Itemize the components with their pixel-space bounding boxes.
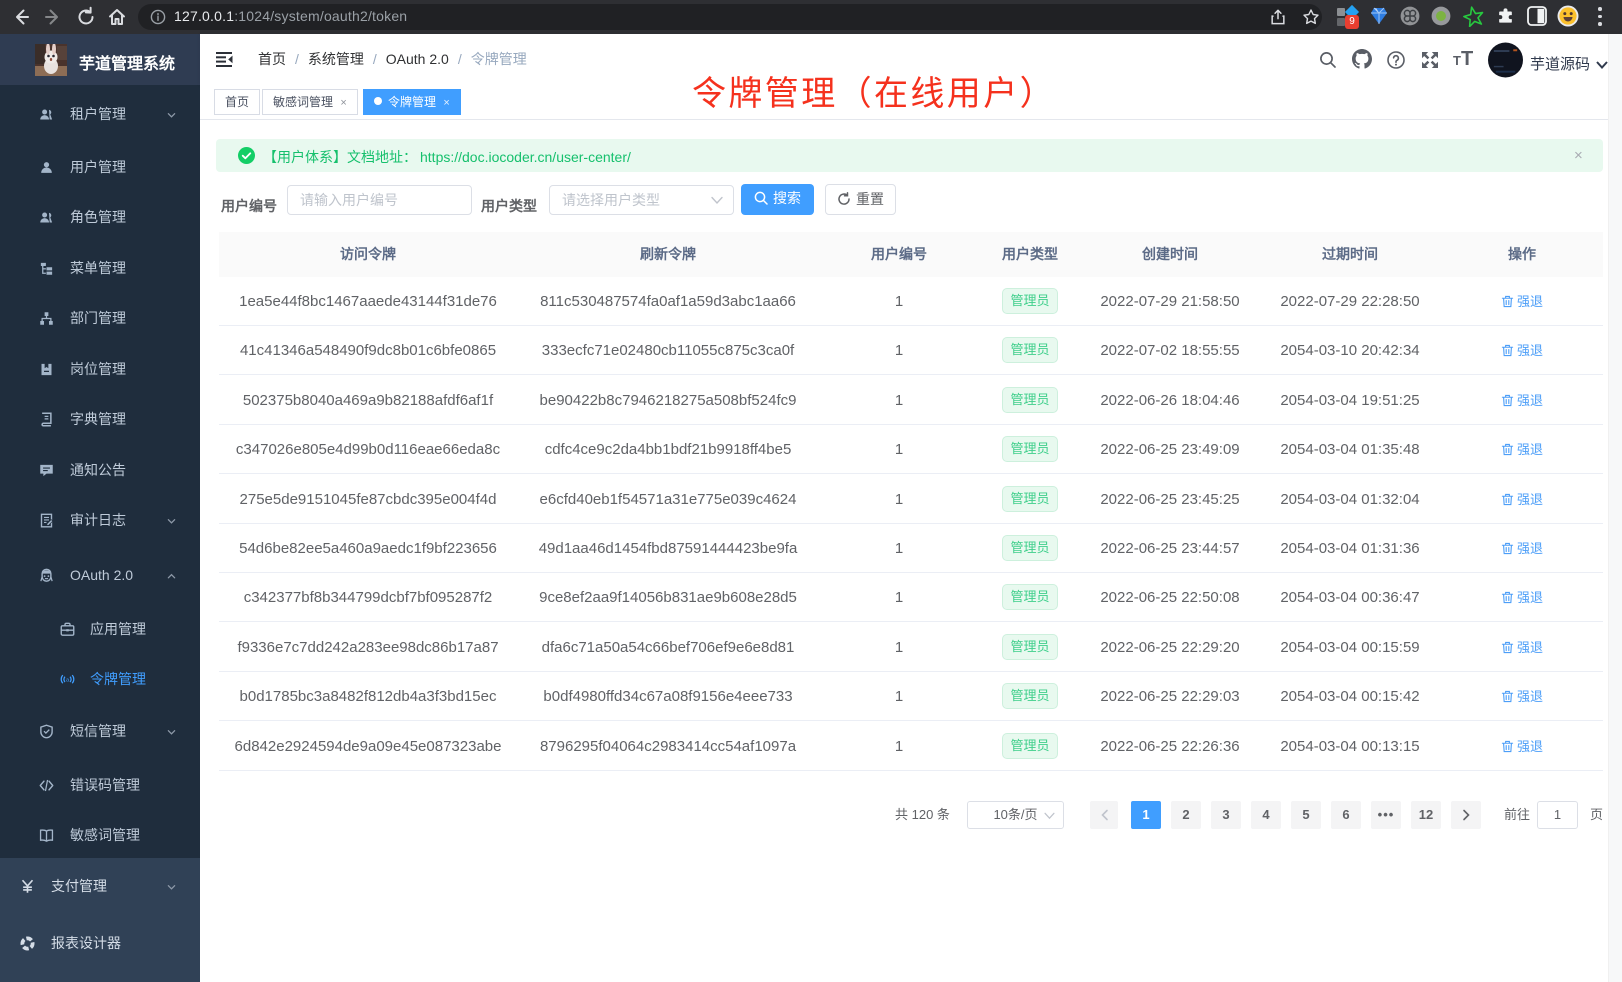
svg-text:a: a — [66, 678, 70, 684]
